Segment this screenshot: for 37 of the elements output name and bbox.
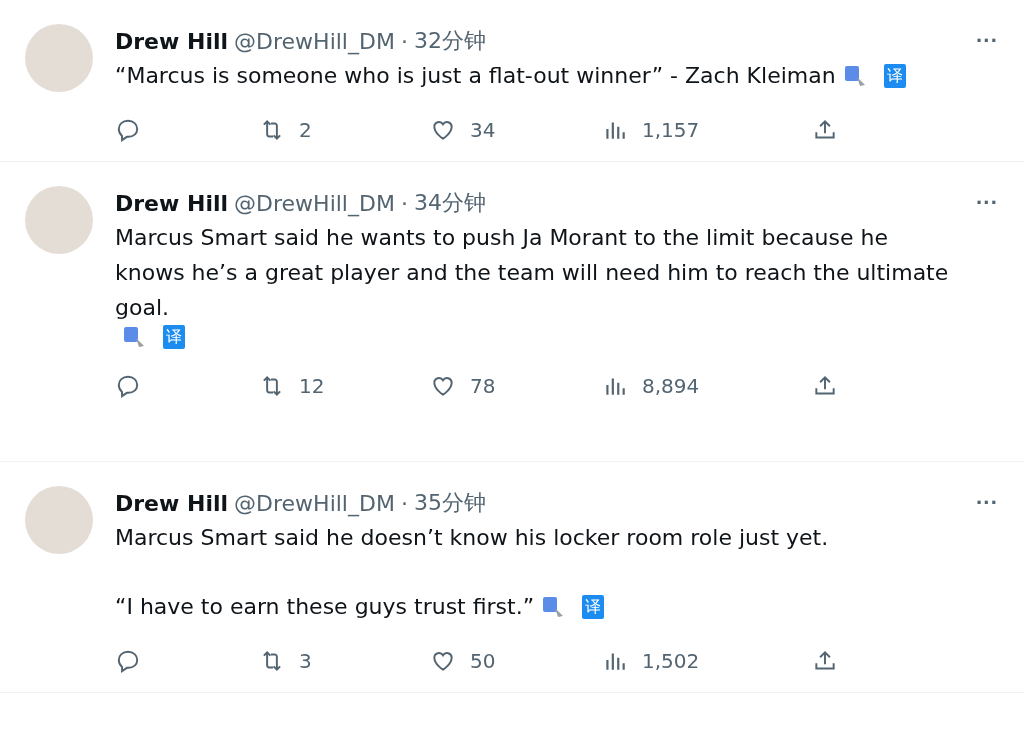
author-handle[interactable]: @DrewHill_DM (234, 28, 395, 54)
view-count: 1,157 (642, 118, 700, 142)
translate-badge[interactable]: 译 (883, 63, 906, 88)
like-count: 50 (470, 649, 496, 673)
translate-badge[interactable]: 译 (582, 594, 605, 619)
tweet-text: Marcus Smart said he doesn’t know his locker room role just yet. (115, 524, 829, 552)
author-handle[interactable]: @DrewHill_DM (234, 490, 395, 516)
retweet-count: 12 (299, 374, 325, 398)
separator-dot: · (400, 190, 408, 216)
reply-icon[interactable] (115, 117, 141, 143)
post-time[interactable]: 32分钟 (413, 26, 486, 56)
tweet-text: Marcus Smart said he wants to push Ja Morant to the limit because he knows he’s a great player and the team will need him to reach the ultimate goal. (115, 224, 950, 322)
translate-icon[interactable] (123, 326, 145, 348)
tweet-text: “I have to earn these guys trust first.” (115, 593, 535, 621)
reply-icon[interactable] (115, 373, 141, 399)
view-count: 1,502 (642, 649, 700, 673)
post-time[interactable]: 35分钟 (413, 488, 486, 518)
retweet-count: 3 (299, 649, 312, 673)
more-button[interactable]: ··· (970, 190, 1004, 216)
post-time[interactable]: 34分钟 (413, 188, 486, 218)
tweet-text: “Marcus is someone who is just a flat-out winner” - Zach Kleiman (115, 62, 836, 90)
translate-badge[interactable]: 译 (163, 325, 185, 349)
translate-icon[interactable] (843, 64, 866, 87)
like-count: 78 (470, 374, 496, 398)
view-count: 8,894 (642, 374, 700, 398)
reply-icon[interactable] (115, 648, 141, 674)
author-handle[interactable]: @DrewHill_DM (234, 190, 395, 216)
separator-dot: · (400, 28, 408, 54)
author-name[interactable]: Drew Hill (115, 190, 229, 216)
like-count: 34 (470, 118, 496, 142)
retweet-count: 2 (299, 118, 312, 142)
more-button[interactable]: ··· (970, 490, 1004, 516)
separator-dot: · (400, 490, 408, 516)
author-name[interactable]: Drew Hill (115, 490, 229, 516)
translate-icon[interactable] (542, 595, 565, 618)
author-name[interactable]: Drew Hill (115, 28, 229, 54)
more-button[interactable]: ··· (970, 28, 1004, 54)
